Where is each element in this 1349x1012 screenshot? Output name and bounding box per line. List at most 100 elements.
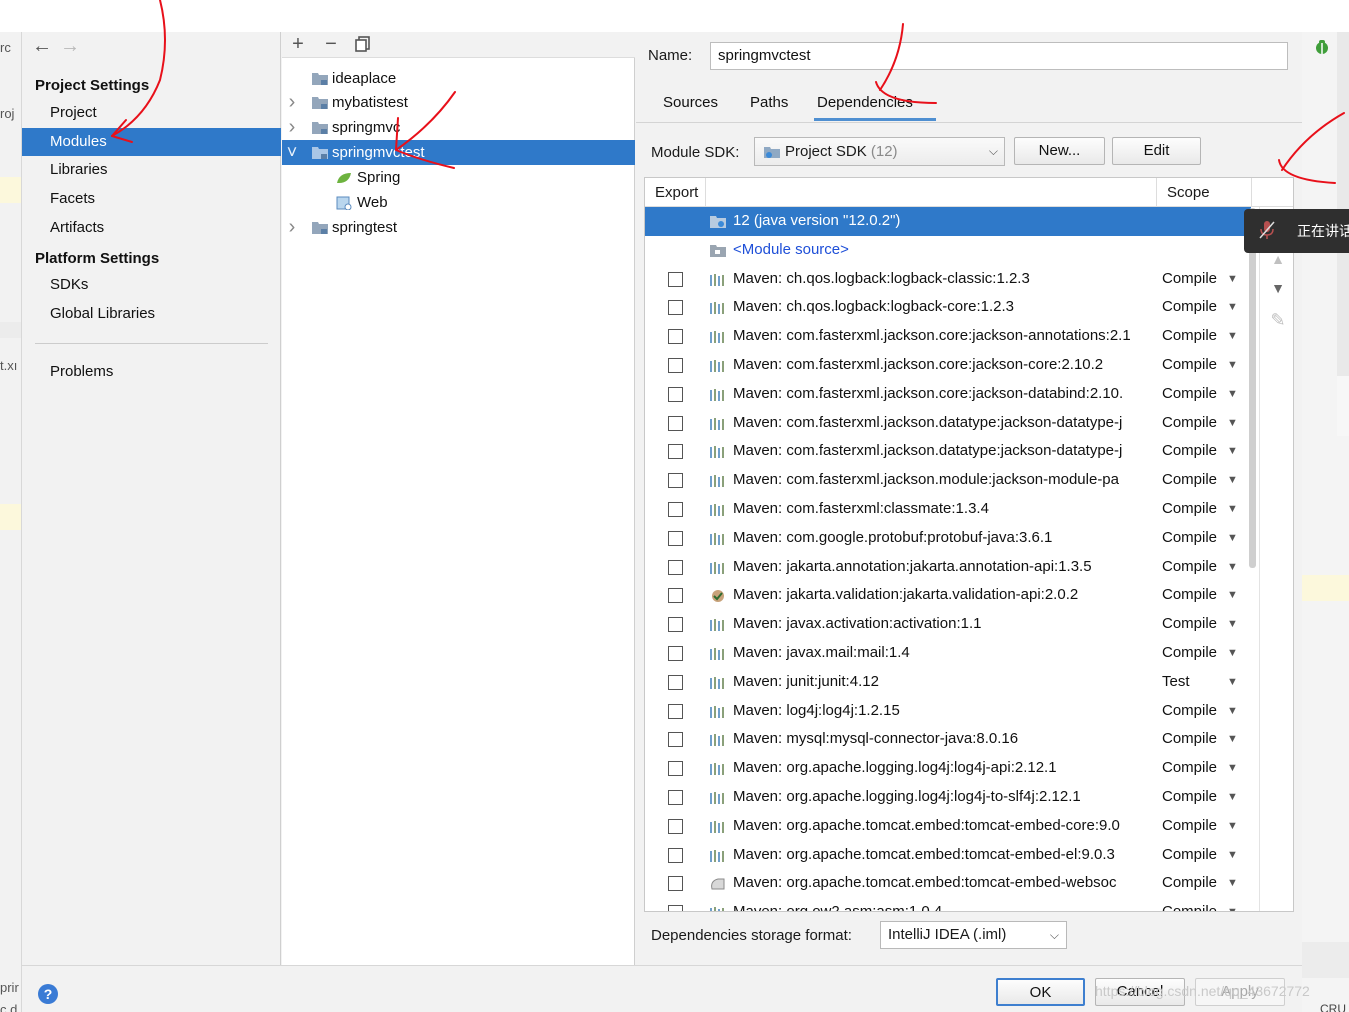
dependency-scope[interactable]: Compile xyxy=(1162,437,1217,466)
dependency-row[interactable]: Maven: org.apache.tomcat.embed:tomcat-em… xyxy=(645,869,1251,898)
chevron-down-icon[interactable]: ▼ xyxy=(1227,841,1238,870)
dependency-row[interactable]: Maven: ch.qos.logback:logback-core:1.2.3… xyxy=(645,293,1251,322)
table-scrollbar[interactable] xyxy=(1249,208,1256,568)
tree-row-springmvc[interactable]: › springmvc xyxy=(282,115,635,140)
chevron-right-icon[interactable]: › xyxy=(285,90,299,115)
dependency-row[interactable]: Maven: org.apache.tomcat.embed:tomcat-em… xyxy=(645,812,1251,841)
column-export[interactable]: Export xyxy=(655,184,698,201)
export-checkbox[interactable] xyxy=(668,386,683,402)
export-checkbox[interactable] xyxy=(668,818,683,834)
nav-item-problems[interactable]: Problems xyxy=(22,358,281,386)
dependency-row[interactable]: Maven: com.fasterxml.jackson.core:jackso… xyxy=(645,322,1251,351)
dependency-row[interactable]: Maven: jakarta.annotation:jakarta.annota… xyxy=(645,553,1251,582)
dependency-scope[interactable]: Compile xyxy=(1162,754,1217,783)
dependency-row[interactable]: Maven: com.fasterxml.jackson.datatype:ja… xyxy=(645,437,1251,466)
copy-icon[interactable] xyxy=(352,32,374,56)
dependency-scope[interactable]: Compile xyxy=(1162,495,1217,524)
dependency-row[interactable]: Maven: com.fasterxml.jackson.core:jackso… xyxy=(645,351,1251,380)
chevron-down-icon[interactable]: ▼ xyxy=(1227,322,1238,351)
dependency-row[interactable]: Maven: com.fasterxml:classmate:1.3.4 Comp… xyxy=(645,495,1251,524)
chevron-down-icon[interactable]: ▼ xyxy=(1227,380,1238,409)
export-checkbox[interactable] xyxy=(668,674,683,690)
chevron-down-icon[interactable]: ▼ xyxy=(1227,610,1238,639)
export-checkbox[interactable] xyxy=(668,329,683,345)
dependency-row[interactable]: <Module source> xyxy=(645,236,1251,265)
export-checkbox[interactable] xyxy=(668,357,683,373)
dependency-row[interactable]: Maven: junit:junit:4.12 Test ▼ xyxy=(645,668,1251,697)
export-checkbox[interactable] xyxy=(668,444,683,460)
dependency-row[interactable]: Maven: com.google.protobuf:protobuf-java… xyxy=(645,524,1251,553)
help-button[interactable]: ? xyxy=(38,984,58,1004)
chevron-down-icon[interactable]: ▼ xyxy=(1227,495,1238,524)
remove-module-button[interactable]: − xyxy=(320,32,342,56)
chevron-down-icon[interactable]: ▼ xyxy=(1227,437,1238,466)
dependency-scope[interactable]: Compile xyxy=(1162,639,1217,668)
dependency-scope[interactable]: Compile xyxy=(1162,610,1217,639)
dependency-scope[interactable]: Compile xyxy=(1162,322,1217,351)
chevron-down-icon[interactable]: ▼ xyxy=(1227,869,1238,898)
export-checkbox[interactable] xyxy=(668,761,683,777)
chevron-down-icon[interactable]: ▼ xyxy=(1227,725,1238,754)
chevron-down-icon[interactable]: ˅ xyxy=(285,140,299,165)
tab-sources[interactable]: Sources xyxy=(663,94,718,122)
export-checkbox[interactable] xyxy=(668,703,683,719)
dependency-row[interactable]: 12 (java version "12.0.2") xyxy=(645,207,1251,236)
chevron-down-icon[interactable]: ▼ xyxy=(1227,639,1238,668)
nav-item-facets[interactable]: Facets xyxy=(22,185,281,213)
tree-row-mybatistest[interactable]: › mybatistest xyxy=(282,90,635,115)
arrow-left-icon[interactable]: ← xyxy=(32,35,60,58)
export-checkbox[interactable] xyxy=(668,530,683,546)
dependency-scope[interactable]: Compile xyxy=(1162,524,1217,553)
dependency-scope[interactable]: Compile xyxy=(1162,553,1217,582)
chevron-down-icon[interactable]: ▼ xyxy=(1227,524,1238,553)
dependency-scope[interactable]: Compile xyxy=(1162,812,1217,841)
dependency-scope[interactable]: Compile xyxy=(1162,898,1217,911)
nav-item-modules[interactable]: Modules xyxy=(22,128,281,156)
tree-row-springtest[interactable]: › springtest xyxy=(282,215,635,240)
chevron-right-icon[interactable]: › xyxy=(285,115,299,140)
export-checkbox[interactable] xyxy=(668,300,683,316)
nav-item-project[interactable]: Project xyxy=(22,99,281,127)
export-checkbox[interactable] xyxy=(668,271,683,287)
chevron-down-icon[interactable]: ▼ xyxy=(1227,754,1238,783)
export-checkbox[interactable] xyxy=(668,559,683,575)
dependency-scope[interactable]: Compile xyxy=(1162,293,1217,322)
nav-item-libraries[interactable]: Libraries xyxy=(22,156,281,184)
module-name-field[interactable]: springmvctest xyxy=(710,42,1288,70)
chevron-down-icon[interactable]: ▼ xyxy=(1227,351,1238,380)
chevron-down-icon[interactable]: ▼ xyxy=(1227,553,1238,582)
dependency-row[interactable]: Maven: com.fasterxml.jackson.module:jack… xyxy=(645,466,1251,495)
dependency-row[interactable]: Maven: javax.activation:activation:1.1 Co… xyxy=(645,610,1251,639)
add-module-button[interactable]: + xyxy=(287,32,309,56)
dependency-row[interactable]: Maven: jakarta.validation:jakarta.valida… xyxy=(645,581,1251,610)
chevron-down-icon[interactable]: ▼ xyxy=(1227,409,1238,438)
column-scope[interactable]: Scope xyxy=(1167,184,1210,201)
module-sdk-select[interactable]: Project SDK (12) ⌵ xyxy=(754,137,1005,166)
export-checkbox[interactable] xyxy=(668,501,683,517)
pencil-icon[interactable]: ✎ xyxy=(1260,310,1293,331)
dependency-scope[interactable]: Compile xyxy=(1162,841,1217,870)
edit-sdk-button[interactable]: Edit xyxy=(1112,137,1201,165)
export-checkbox[interactable] xyxy=(668,789,683,805)
dependency-row[interactable]: Maven: com.fasterxml.jackson.datatype:ja… xyxy=(645,409,1251,438)
nav-item-artifacts[interactable]: Artifacts xyxy=(22,214,281,242)
export-checkbox[interactable] xyxy=(668,473,683,489)
dependency-row[interactable]: Maven: org.apache.logging.log4j:log4j-to… xyxy=(645,783,1251,812)
tree-row-springmvctest[interactable]: ˅ springmvctest xyxy=(282,140,635,165)
tree-row-ideaplace[interactable]: ideaplace xyxy=(282,66,635,91)
dependency-scope[interactable]: Compile xyxy=(1162,466,1217,495)
tree-row-spring[interactable]: Spring xyxy=(282,165,635,190)
dependency-row[interactable]: Maven: mysql:mysql-connector-java:8.0.16… xyxy=(645,725,1251,754)
dependency-scope[interactable]: Test xyxy=(1162,668,1190,697)
dependency-scope[interactable]: Compile xyxy=(1162,409,1217,438)
export-checkbox[interactable] xyxy=(668,847,683,863)
nav-item-global-libraries[interactable]: Global Libraries xyxy=(22,300,281,328)
chevron-down-icon[interactable]: ▼ xyxy=(1227,293,1238,322)
dependency-scope[interactable]: Compile xyxy=(1162,581,1217,610)
tab-paths[interactable]: Paths xyxy=(750,94,788,122)
move-up-icon[interactable]: ▲ xyxy=(1260,251,1293,267)
ok-button[interactable]: OK xyxy=(996,978,1085,1006)
dependency-row[interactable]: Maven: ch.qos.logback:logback-classic:1.… xyxy=(645,265,1251,294)
chevron-down-icon[interactable]: ▼ xyxy=(1227,466,1238,495)
chevron-down-icon[interactable]: ▼ xyxy=(1227,697,1238,726)
